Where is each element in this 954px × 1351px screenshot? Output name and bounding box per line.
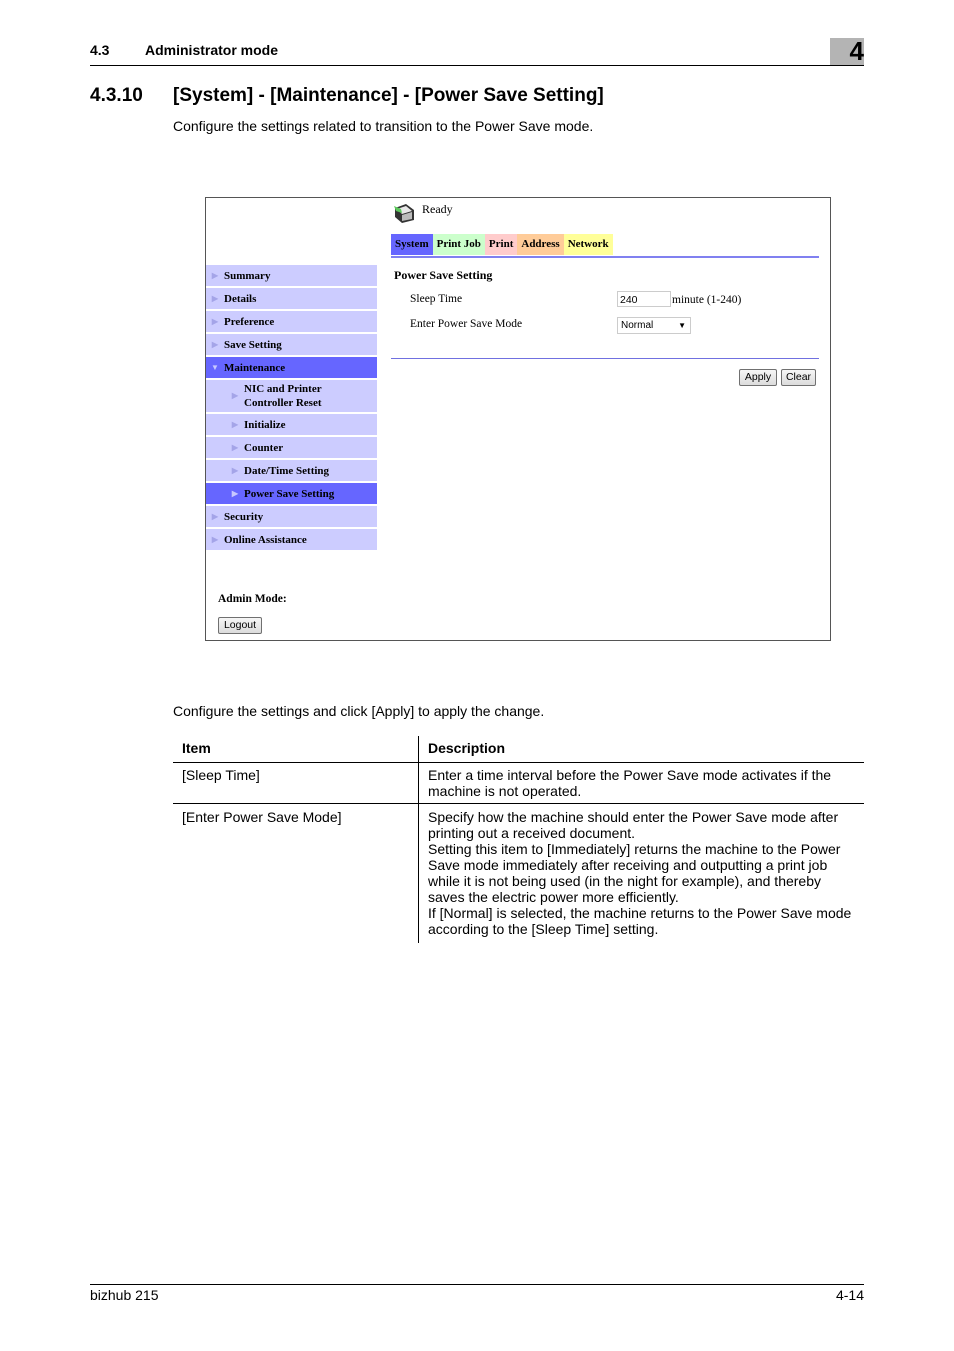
description-cell: Enter a time interval before the Power S… [418,762,864,804]
sidebar-item-label: Maintenance [224,361,286,374]
item-cell: [Enter Power Save Mode] [173,803,419,943]
column-header-description: Description [418,736,864,763]
sidebar-item-label: Save Setting [224,338,282,351]
arrow-right-icon: ▶ [231,420,239,429]
apply-button[interactable]: Apply [739,369,777,386]
header-section-title: Administrator mode [145,42,279,58]
sidebar-item-label: Security [224,510,264,523]
tab-print[interactable]: Print [484,234,518,255]
settings-table: Item Description [Sleep Time] Enter a ti… [173,736,864,943]
footer-rule [90,1284,864,1285]
sidebar-item-label: Initialize [244,418,286,431]
sleep-time-unit: minute (1-240) [672,294,742,306]
arrow-down-icon: ▼ [211,363,219,372]
sidebar-item-online-assistance[interactable]: ▶ Online Assistance [206,529,377,552]
sidebar-item-label: NIC and Printer Controller Reset [244,383,322,409]
arrow-right-icon: ▶ [211,512,219,521]
table-row: [Enter Power Save Mode] Specify how the … [173,803,865,944]
description-cell: Specify how the machine should enter the… [419,804,865,944]
description-text: Enter a time interval before the Power S… [428,767,832,799]
panel-divider [391,358,819,359]
tab-system[interactable]: System [391,234,433,255]
sidebar-item-label: Summary [224,269,271,282]
section-title: [System] - [Maintenance] - [Power Save S… [173,85,604,106]
chevron-down-icon: ▼ [678,321,686,330]
footer-product: bizhub 215 [90,1287,159,1303]
panel-title: Power Save Setting [394,268,493,282]
sidebar-item-label: Counter [244,441,284,454]
chapter-number: 4 [849,36,864,66]
status-text: Ready [422,202,453,216]
sidebar-item-initialize[interactable]: ▶ Initialize [206,414,377,437]
arrow-right-icon: ▶ [211,535,219,544]
arrow-right-icon: ▶ [231,391,239,400]
header-rule [90,65,864,66]
section-number: 4.3.10 [90,85,143,106]
clear-button[interactable]: Clear [781,369,816,386]
tab-rule [391,256,819,258]
table-row: [Sleep Time] Enter a time interval befor… [173,762,864,804]
sidebar-item-save-setting[interactable]: ▶ Save Setting [206,334,377,357]
sidebar-item-security[interactable]: ▶ Security [206,506,377,529]
sidebar-item-date-time[interactable]: ▶ Date/Time Setting [206,460,377,483]
tab-network[interactable]: Network [563,234,613,255]
sidebar-item-maintenance[interactable]: ▼ Maintenance [206,357,377,380]
footer-page-number: 4-14 [835,1287,864,1303]
power-save-mode-select[interactable]: Normal ▼ [617,317,691,334]
power-save-mode-label: Enter Power Save Mode [410,318,523,330]
sidebar-item-label: Power Save Setting [244,487,335,500]
printer-icon [394,204,414,223]
sidebar-item-details[interactable]: ▶ Details [206,288,377,311]
logout-button[interactable]: Logout [218,617,262,634]
arrow-right-icon: ▶ [211,271,219,280]
configure-text: Configure the settings and click [Apply]… [173,703,545,719]
sidebar-item-summary[interactable]: ▶ Summary [206,265,377,288]
sidebar-item-nic-reset[interactable]: ▶ NIC and Printer Controller Reset [206,380,377,414]
arrow-right-icon: ▶ [211,317,219,326]
table-header-row: Item Description [173,736,864,763]
sidebar-item-preference[interactable]: ▶ Preference [206,311,377,334]
arrow-right-icon: ▶ [231,489,239,498]
sidebar-item-counter[interactable]: ▶ Counter [206,437,377,460]
sidebar: ▶ Summary ▶ Details ▶ Preference ▶ Save Sett… [206,265,377,552]
admin-mode-label: Admin Mode: [218,593,287,605]
item-cell: [Sleep Time] [173,762,419,804]
sidebar-item-label: Online Assistance [224,533,307,546]
tab-bar: System Print Job Print Address Network [391,234,613,255]
arrow-right-icon: ▶ [211,340,219,349]
sidebar-item-power-save[interactable]: ▶ Power Save Setting [206,483,377,506]
arrow-right-icon: ▶ [231,466,239,475]
description-text: Specify how the machine should enter the… [428,809,839,841]
selected-value: Normal [621,320,654,331]
arrow-right-icon: ▶ [231,443,239,452]
description-text: If [Normal] is selected, the machine ret… [428,905,852,937]
arrow-right-icon: ▶ [211,294,219,303]
description-text: Setting this item to [Immediately] retur… [428,841,841,905]
header-section-number: 4.3 [90,42,110,58]
section-intro: Configure the settings related to transi… [173,118,594,134]
sidebar-item-label: Date/Time Setting [244,464,330,477]
column-header-item: Item [173,736,419,763]
sidebar-item-label: Preference [224,315,275,328]
tab-address[interactable]: Address [517,234,564,255]
sleep-time-label: Sleep Time [410,293,463,305]
sidebar-item-label: Details [224,292,257,305]
web-ui-screenshot: Ready System Print Job Print Address Net… [205,197,831,641]
sleep-time-input[interactable]: 240 [617,291,671,307]
tab-print-job[interactable]: Print Job [432,234,485,255]
